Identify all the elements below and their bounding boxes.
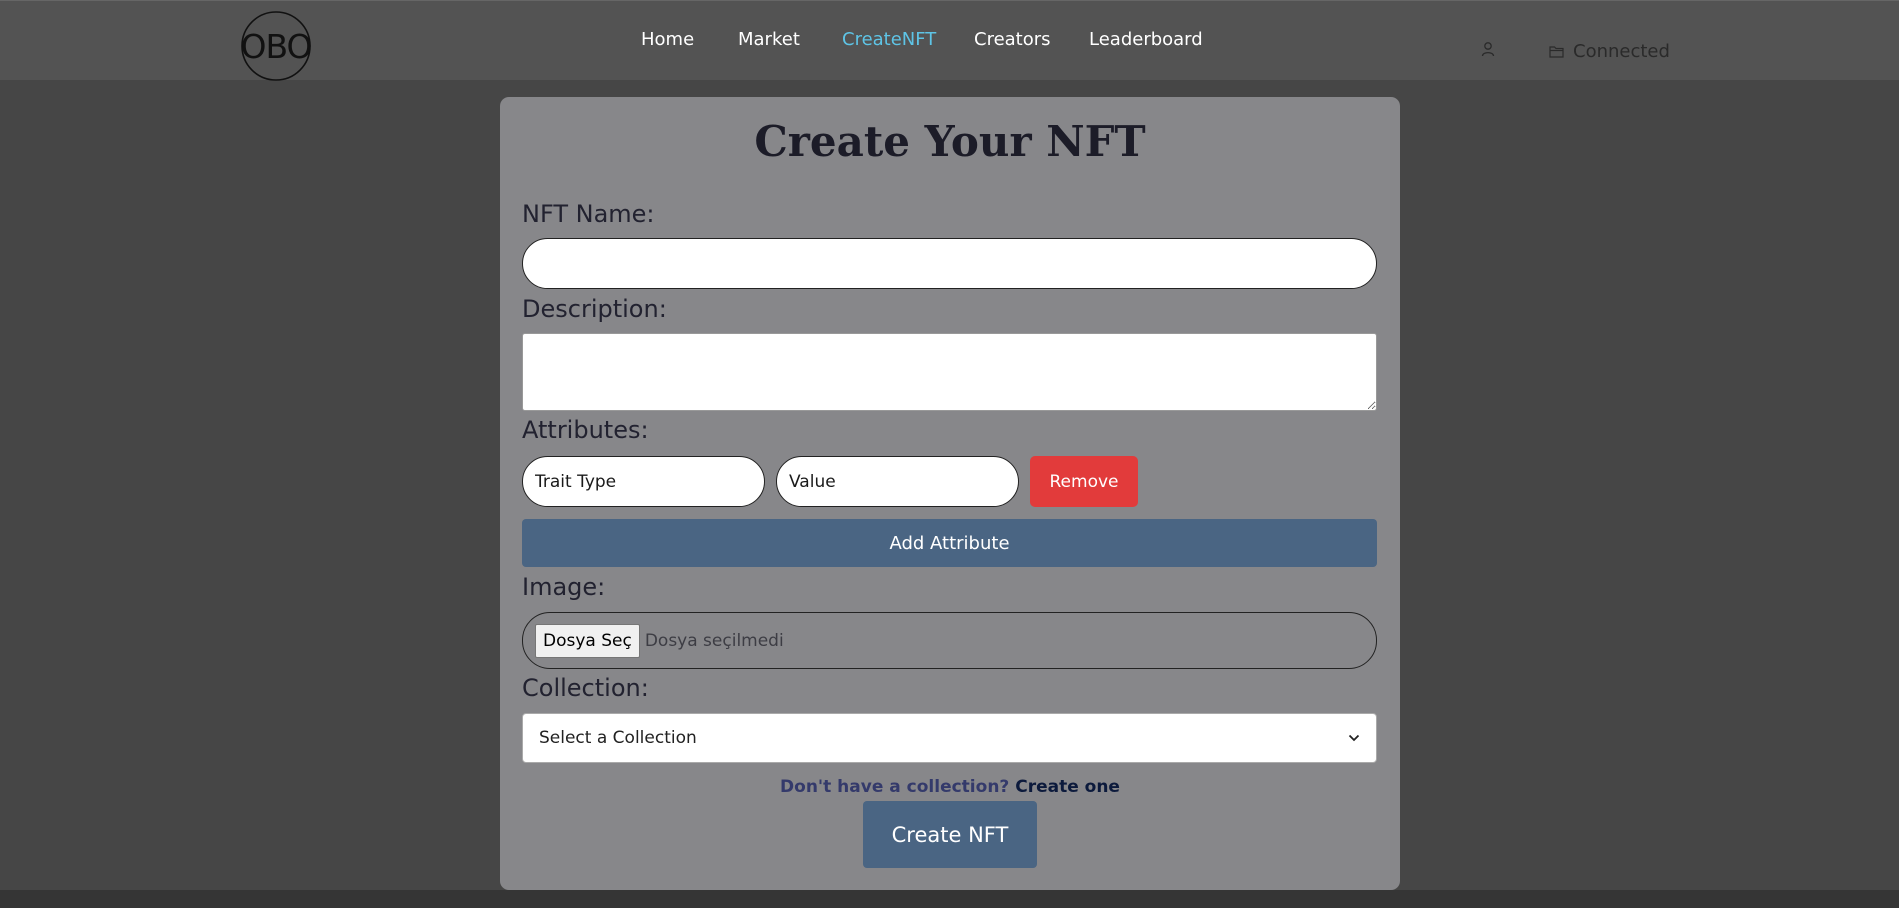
collection-hint: Don't have a collection? Create one: [500, 777, 1400, 797]
description-label: Description:: [522, 295, 667, 323]
create-nft-form: Create Your NFT NFT Name: Description: A…: [500, 97, 1400, 890]
collection-select-value: Select a Collection: [539, 728, 697, 748]
page-title: Create Your NFT: [754, 117, 1146, 166]
create-nft-button[interactable]: Create NFT: [863, 801, 1037, 868]
nav-creators[interactable]: Creators: [974, 29, 1051, 50]
choose-file-button[interactable]: Dosya Seç: [535, 623, 640, 658]
image-label: Image:: [522, 573, 606, 601]
nav-leaderboard[interactable]: Leaderboard: [1089, 29, 1203, 50]
create-collection-link[interactable]: Create one: [1015, 777, 1120, 797]
folder-icon: [1549, 45, 1564, 58]
chevron-down-icon: [1348, 734, 1360, 742]
top-navigation-bar: OBO Home Market CreateNFT Creators Leade…: [0, 0, 1899, 81]
file-status-text: Dosya seçilmedi: [644, 630, 784, 651]
nav-market[interactable]: Market: [738, 29, 800, 50]
nav-home[interactable]: Home: [641, 29, 694, 50]
footer-strip: [0, 890, 1899, 908]
image-file-input[interactable]: Dosya Seç Dosya seçilmedi: [522, 612, 1377, 669]
nft-name-input[interactable]: [522, 238, 1377, 289]
trait-value-input[interactable]: [776, 456, 1019, 507]
nav-createnft[interactable]: CreateNFT: [842, 29, 936, 50]
page: OBO Home Market CreateNFT Creators Leade…: [0, 0, 1899, 908]
wallet-connect-button[interactable]: Connected: [1549, 39, 1670, 63]
collection-hint-text: Don't have a collection?: [780, 777, 1010, 797]
wallet-status: Connected: [1573, 40, 1670, 62]
add-attribute-button[interactable]: Add Attribute: [522, 519, 1377, 567]
attributes-label: Attributes:: [522, 416, 649, 444]
trait-type-input[interactable]: [522, 456, 765, 507]
collection-select[interactable]: Select a Collection: [522, 713, 1377, 763]
collection-label: Collection:: [522, 674, 649, 702]
nft-name-label: NFT Name:: [522, 200, 655, 228]
remove-attribute-button[interactable]: Remove: [1030, 456, 1138, 507]
user-icon[interactable]: [1480, 41, 1496, 57]
description-textarea[interactable]: [522, 333, 1377, 411]
